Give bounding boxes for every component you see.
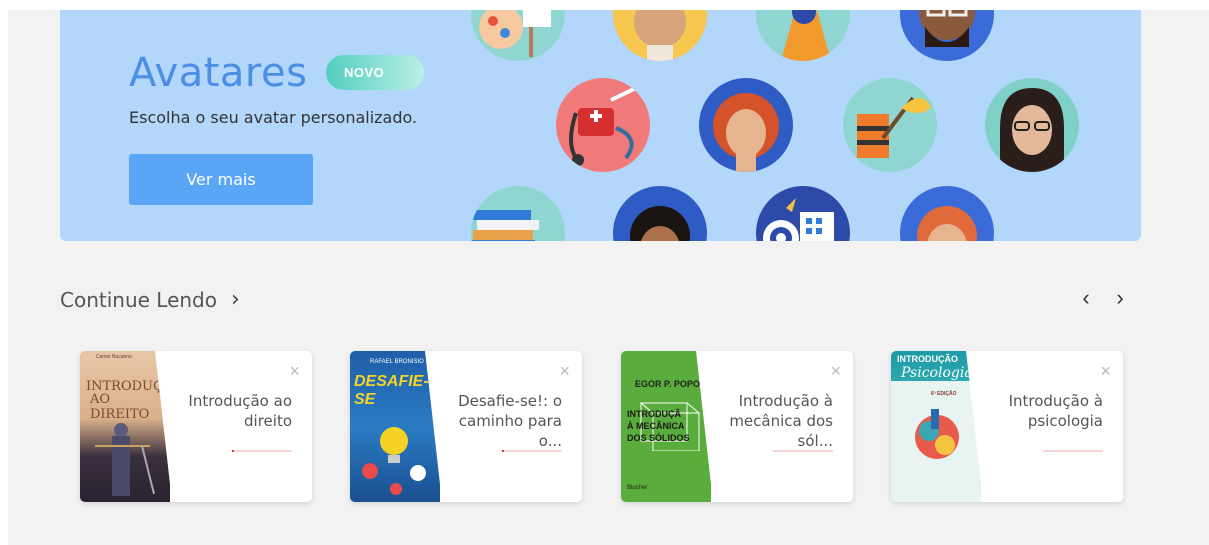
new-badge: NOVO	[326, 55, 424, 90]
justice-statue-icon	[95, 423, 155, 496]
chevron-right-icon: ›	[1116, 285, 1124, 310]
continue-reading-link[interactable]: Continue Lendo ›	[60, 287, 240, 312]
book-card[interactable]: RAFAEL BRONISIO DESAFIE-SE Desafie-se!: …	[350, 351, 582, 502]
cleaning-avatar-image	[843, 78, 937, 172]
banner-title: Avatares	[129, 50, 308, 96]
lightbulb-icon	[362, 427, 426, 495]
cover-title-top: DESAFIE-SE	[354, 373, 429, 408]
redhead-avatar-image	[699, 78, 793, 172]
painter-avatar-image	[471, 10, 565, 61]
book-title: Introdução ao direito	[188, 392, 292, 430]
chevron-right-icon: ›	[231, 287, 240, 312]
see-more-button[interactable]: Ver mais	[129, 154, 313, 205]
cover-author: EGOR P. POPOV	[635, 379, 706, 389]
remove-close-icon[interactable]: ×	[559, 361, 570, 382]
book-title: Introdução à mecânica dos sól...	[729, 392, 833, 450]
book-cover-image: Camoi Nucanno INTRODUÇÃ AO DIREITO	[80, 351, 172, 502]
chevron-left-icon: ‹	[1082, 285, 1090, 310]
cover-author: Camoi Nucanno	[96, 354, 132, 360]
reading-progress-bar	[232, 450, 292, 452]
book-title: Desafie-se!: o caminho para o...	[458, 392, 562, 450]
remove-close-icon[interactable]: ×	[830, 361, 841, 382]
book-cover-image: INTRODUÇÃO Psicologia 6ª EDIÇÃO	[891, 351, 981, 502]
medical-avatar-image	[556, 78, 650, 172]
cover-title-top: INTRODUÇÃO	[897, 354, 958, 364]
abstract-figure-icon	[915, 409, 959, 459]
book-card[interactable]: EGOR P. POPOV INTRODUÇÃ À MECÂNICA DOS S…	[621, 351, 853, 502]
cover-line-1: INTRODUÇÃ	[627, 409, 681, 419]
reading-progress-bar	[1043, 450, 1103, 452]
remove-close-icon[interactable]: ×	[1100, 361, 1111, 382]
cover-edition: 6ª EDIÇÃO	[931, 391, 957, 397]
cover-author: RAFAEL BRONISIO	[370, 359, 424, 365]
avatar-top-4-image	[900, 10, 994, 61]
carousel-next-button[interactable]: ›	[1108, 285, 1132, 310]
book-card[interactable]: Camoi Nucanno INTRODUÇÃ AO DIREITO Intro…	[80, 351, 312, 502]
ginger-avatar-image	[900, 186, 994, 241]
reading-progress-bar	[773, 450, 833, 452]
curly-avatar-image	[613, 186, 707, 241]
avatar-top-2-image	[613, 10, 707, 61]
book-cover-image: RAFAEL BRONISIO DESAFIE-SE	[350, 351, 440, 502]
cover-line-2: À MECÂNICA	[627, 421, 685, 431]
reading-progress-bar	[502, 450, 562, 452]
page: Avatares NOVO Escolha o seu avatar perso…	[8, 10, 1209, 545]
cover-line-3: DOS SÓLIDOS	[627, 433, 690, 443]
cover-title-script: Psicologia	[901, 365, 973, 381]
banner-subtitle: Escolha o seu avatar personalizado.	[129, 108, 418, 127]
remove-close-icon[interactable]: ×	[289, 361, 300, 382]
glasses-avatar-image	[985, 78, 1079, 172]
book-card[interactable]: INTRODUÇÃO Psicologia 6ª EDIÇÃO Introduç…	[891, 351, 1123, 502]
book-cover-image: EGOR P. POPOV INTRODUÇÃ À MECÂNICA DOS S…	[621, 351, 711, 502]
carousel-prev-button[interactable]: ‹	[1074, 285, 1098, 310]
target-avatar-image	[756, 186, 850, 241]
section-title: Continue Lendo	[60, 287, 217, 312]
books-avatar-image	[471, 186, 565, 241]
avatar-top-3-image	[756, 10, 850, 61]
cover-publisher: Blucher	[627, 485, 648, 491]
avatars-banner[interactable]: Avatares NOVO Escolha o seu avatar perso…	[60, 10, 1141, 241]
book-title: Introdução à psicologia	[1008, 392, 1103, 430]
